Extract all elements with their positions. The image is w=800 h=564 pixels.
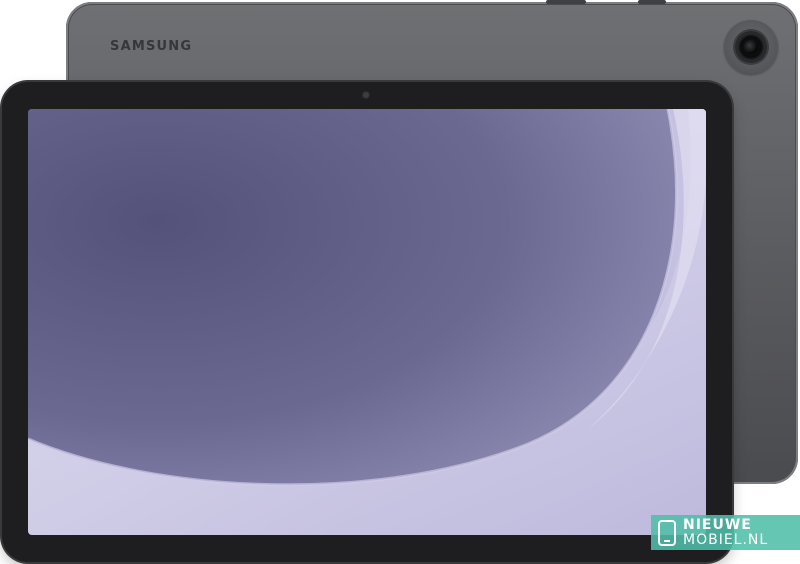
watermark: NIEUWE MOBIEL.NL: [651, 515, 800, 550]
rear-camera-module: [724, 20, 778, 74]
tablet-screen: [28, 109, 706, 535]
watermark-line2: MOBIEL.NL: [683, 531, 769, 548]
front-camera-icon: [363, 92, 369, 98]
phone-icon: [658, 519, 676, 546]
samsung-logo: SAMSUNG: [110, 39, 193, 54]
watermark-text: NIEUWE MOBIEL.NL: [683, 516, 769, 548]
power-button: [638, 0, 666, 4]
tablet-front: [2, 82, 732, 562]
product-image: SAMSUNG NIEUWE MOBIEL.NL: [0, 0, 800, 564]
watermark-line1: NIEUWE: [683, 516, 752, 533]
volume-button: [546, 0, 586, 4]
camera-lens-icon: [735, 31, 767, 63]
wallpaper-graphic: [28, 109, 706, 535]
